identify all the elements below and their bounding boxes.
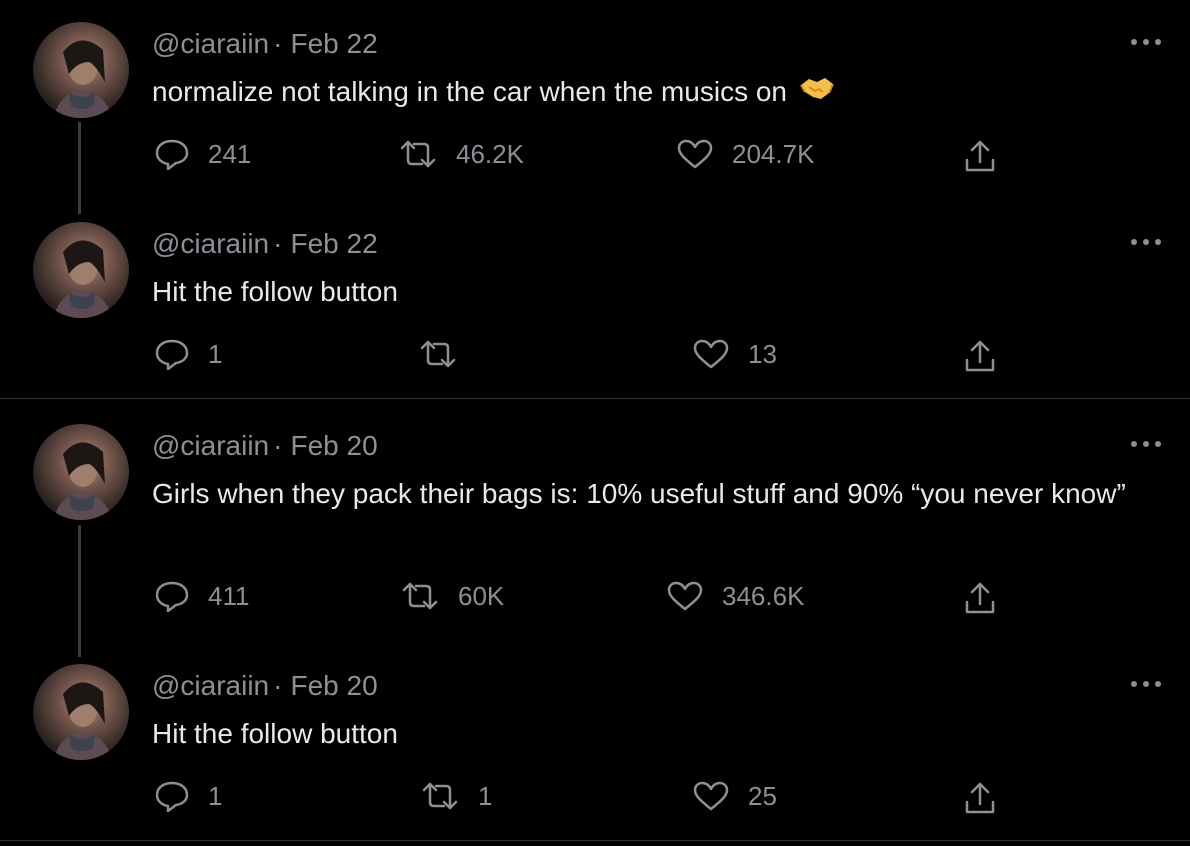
share-button[interactable] [962,338,998,374]
tweet-date[interactable]: Feb 22 [290,228,377,259]
tweet[interactable]: @ciaraiin · Feb 20 Girls when they pack th… [0,402,1190,642]
share-icon [965,140,995,172]
like-count: 13 [748,338,777,369]
retweet-icon [420,340,456,368]
like-button[interactable]: 346.6K [666,580,804,612]
retweet-count: 46.2K [456,138,524,169]
retweet-count: 60K [458,580,505,611]
share-icon [965,582,995,614]
tweet[interactable]: @ciaraiin · Feb 20 Hit the follow button 1… [0,642,1190,840]
separator: · [273,430,283,461]
heart-icon [667,581,703,611]
separator: · [273,228,283,259]
retweet-icon [402,582,438,610]
share-icon [965,340,995,372]
retweet-button[interactable] [418,338,476,370]
user-handle[interactable]: @ciaraiin [152,228,269,259]
tweet-text-content: normalize not talking in the car when th… [152,76,787,107]
tweet-header: @ciaraiin · Feb 20 [152,430,378,462]
reply-button[interactable]: 411 [154,580,249,612]
tweet-text: Hit the follow button [152,276,398,307]
reply-count: 411 [208,580,250,611]
divider [0,398,1190,399]
like-count: 346.6K [722,580,805,611]
heart-icon [677,139,713,169]
avatar-photo [53,442,113,520]
retweet-button[interactable]: 46.2K [398,138,524,170]
separator: · [273,28,283,59]
tweet[interactable]: @ciaraiin · Feb 22 normalize not talking i… [0,0,1190,200]
share-button[interactable] [962,138,998,174]
like-button[interactable]: 13 [692,338,777,370]
like-count: 25 [748,780,777,811]
more-icon [1131,39,1161,45]
avatar[interactable] [33,222,129,318]
reply-icon [155,781,189,812]
reply-button[interactable]: 1 [154,338,222,370]
retweet-button[interactable]: 60K [400,580,504,612]
divider [0,840,1190,841]
tweet-text: Girls when they pack their bags is: 10% … [152,478,1126,509]
reply-count: 1 [208,780,223,811]
tweet-header: @ciaraiin · Feb 20 [152,670,378,702]
avatar[interactable] [33,22,129,118]
tweet-date[interactable]: Feb 20 [290,430,377,461]
like-button[interactable]: 25 [692,780,777,812]
more-button[interactable] [1126,434,1166,454]
avatar-photo [53,40,113,118]
retweet-button[interactable]: 1 [420,780,492,812]
tweet[interactable]: @ciaraiin · Feb 22 Hit the follow button 1… [0,200,1190,398]
tweet-header: @ciaraiin · Feb 22 [152,228,378,260]
reply-icon [155,339,189,370]
avatar-photo [53,240,113,318]
like-button[interactable]: 204.7K [676,138,814,170]
handshake-icon [799,73,835,114]
tweet-date[interactable]: Feb 20 [290,670,377,701]
more-icon [1131,441,1161,447]
reply-icon [155,139,189,170]
share-button[interactable] [962,580,998,616]
user-handle[interactable]: @ciaraiin [152,28,269,59]
reply-icon [155,581,189,612]
reply-count: 1 [208,338,223,369]
more-icon [1131,681,1161,687]
reply-count: 241 [208,138,252,169]
user-handle[interactable]: @ciaraiin [152,670,269,701]
retweet-count: 1 [478,780,493,811]
reply-button[interactable]: 1 [154,780,222,812]
retweet-icon [400,140,436,168]
more-button[interactable] [1126,232,1166,252]
more-icon [1131,239,1161,245]
retweet-icon [422,782,458,810]
like-count: 204.7K [732,138,815,169]
reply-button[interactable]: 241 [154,138,251,170]
avatar[interactable] [33,664,129,760]
more-button[interactable] [1126,32,1166,52]
separator: · [273,670,283,701]
tweet-text: Hit the follow button [152,718,398,749]
heart-icon [693,781,729,811]
avatar[interactable] [33,424,129,520]
tweet-header: @ciaraiin · Feb 22 [152,28,378,60]
tweet-date[interactable]: Feb 22 [290,28,377,59]
tweet-text: normalize not talking in the car when th… [152,72,1152,114]
avatar-photo [53,682,113,760]
user-handle[interactable]: @ciaraiin [152,430,269,461]
share-icon [965,782,995,814]
more-button[interactable] [1126,674,1166,694]
heart-icon [693,339,729,369]
share-button[interactable] [962,780,998,816]
